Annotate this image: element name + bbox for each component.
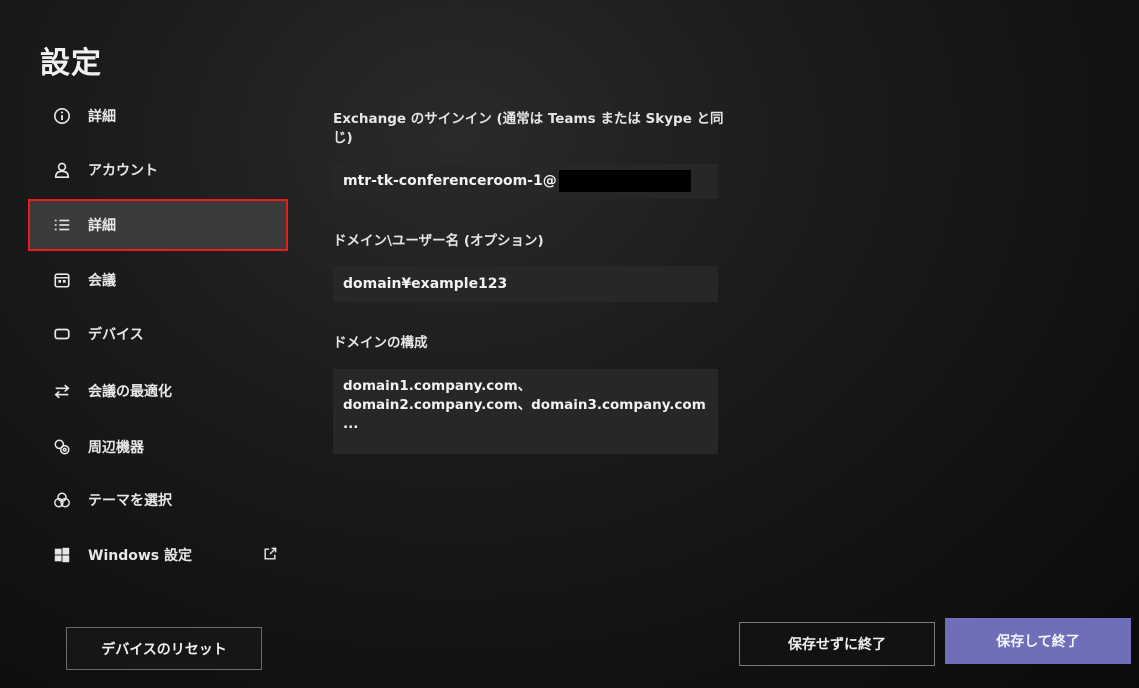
info-icon <box>52 106 72 126</box>
sidebar-item-label: テーマを選択 <box>88 493 172 509</box>
theme-icon <box>52 490 72 510</box>
page-title: 設定 <box>40 46 102 81</box>
exchange-signin-label: Exchange のサインイン (通常は Teams または Skype と同じ… <box>333 111 724 146</box>
sidebar-item-meetings[interactable]: 会議 <box>30 256 286 304</box>
sidebar-item-info[interactable]: 詳細 <box>30 92 286 140</box>
sidebar-item-meeting-optimization[interactable]: 会議の最適化 <box>30 367 286 415</box>
domain-config-field[interactable]: domain1.company.com、domain2.company.com、… <box>333 369 718 454</box>
device-icon <box>52 324 72 344</box>
exchange-signin-field[interactable]: mtr-tk-conferenceroom-1@ <box>333 164 718 199</box>
person-icon <box>52 160 72 180</box>
domain-username-field[interactable]: domain¥example123 <box>333 266 718 302</box>
windows-icon <box>52 545 72 565</box>
exchange-signin-value: mtr-tk-conferenceroom-1@ <box>343 173 557 189</box>
external-link-icon <box>262 546 278 566</box>
sidebar-item-label: 会議 <box>88 273 116 289</box>
save-and-exit-button[interactable]: 保存して終了 <box>945 618 1131 664</box>
sidebar-item-details-selected[interactable]: 詳細 <box>28 199 288 251</box>
sidebar-item-devices[interactable]: デバイス <box>30 310 286 358</box>
sidebar-item-theme[interactable]: テーマを選択 <box>30 476 286 524</box>
sidebar-item-label: 詳細 <box>88 218 116 234</box>
sidebar-item-label: 詳細 <box>88 109 116 125</box>
switch-arrows-icon <box>52 381 72 401</box>
sidebar-item-windows-settings[interactable]: Windows 設定 <box>30 531 286 579</box>
peripherals-icon <box>52 437 72 457</box>
sidebar-item-peripherals[interactable]: 周辺機器 <box>30 423 286 471</box>
domain-username-label: ドメイン\ユーザー名 (オプション) <box>333 233 544 249</box>
sidebar-item-label: 周辺機器 <box>88 440 144 456</box>
sidebar-item-label: Windows 設定 <box>88 548 192 564</box>
reset-device-button[interactable]: デバイスのリセット <box>66 627 262 670</box>
domain-config-label: ドメインの構成 <box>333 335 428 351</box>
sidebar-item-label: アカウント <box>88 163 158 179</box>
list-icon <box>52 215 72 235</box>
sidebar-item-label: デバイス <box>88 327 144 343</box>
redacted-block <box>558 170 691 192</box>
exit-without-save-button[interactable]: 保存せずに終了 <box>739 622 935 666</box>
settings-screen: 設定 詳細 アカウント 詳細 会議 デバイス 会議の最適化 周辺機器 テーマを選… <box>0 0 1139 688</box>
sidebar-item-account[interactable]: アカウント <box>30 146 286 194</box>
sidebar-item-label: 会議の最適化 <box>88 384 172 400</box>
calendar-icon <box>52 270 72 290</box>
